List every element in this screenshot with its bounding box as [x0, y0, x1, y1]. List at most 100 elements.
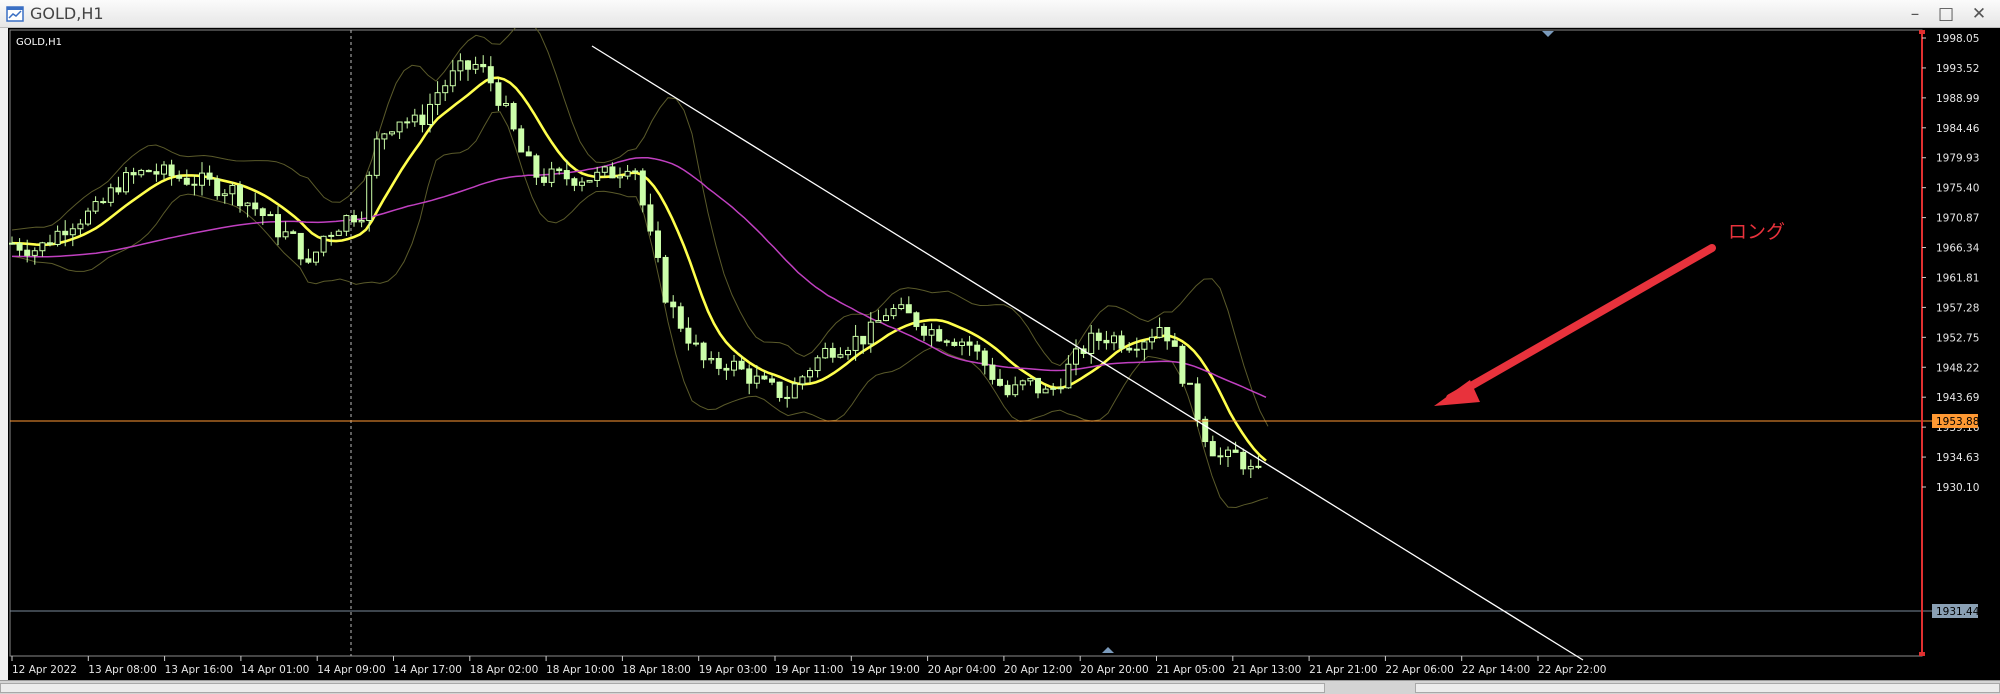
time-tick: 14 Apr 09:00	[316, 656, 386, 676]
candle	[161, 161, 167, 180]
time-tick-label: 19 Apr 19:00	[851, 664, 919, 676]
candle	[814, 355, 821, 378]
candle	[168, 159, 175, 186]
time-tick-label: 18 Apr 18:00	[622, 664, 690, 676]
candle	[1012, 376, 1019, 398]
candle	[282, 221, 289, 240]
candle	[936, 325, 943, 342]
price-tick-label: 1961.81	[1936, 272, 1979, 284]
candle	[290, 229, 297, 234]
svg-text:1931.44: 1931.44	[1936, 606, 1980, 618]
candle	[389, 131, 395, 137]
time-tick-label: 20 Apr 20:00	[1080, 664, 1148, 676]
candle	[343, 214, 350, 237]
minimize-button[interactable]: –	[1901, 2, 1929, 26]
candle	[130, 167, 137, 184]
candle	[244, 201, 251, 218]
price-tick: 1975.40	[1922, 183, 1979, 195]
candle	[670, 295, 677, 319]
candle	[1217, 447, 1224, 465]
candle	[548, 161, 555, 188]
candle	[905, 296, 912, 314]
price-tick: 1979.93	[1922, 153, 1979, 165]
price-tick-label: 1943.69	[1936, 392, 1979, 404]
candle	[115, 176, 122, 195]
maximize-button[interactable]: □	[1932, 2, 1960, 26]
candle	[381, 132, 388, 150]
candle	[883, 308, 889, 322]
candle	[974, 340, 981, 360]
candle	[1156, 317, 1163, 339]
time-tick: 21 Apr 05:00	[1156, 656, 1225, 676]
time-tick: 18 Apr 02:00	[469, 656, 538, 676]
time-tick: 14 Apr 17:00	[393, 656, 462, 676]
candle	[1187, 382, 1193, 385]
time-tick: 21 Apr 21:00	[1308, 656, 1378, 676]
candle	[305, 248, 312, 264]
candle	[92, 196, 99, 214]
candle	[624, 164, 631, 180]
price-tick: 1988.99	[1922, 93, 1979, 105]
candle	[1240, 448, 1247, 475]
candle	[206, 165, 213, 186]
candle	[404, 117, 411, 129]
time-tick: 18 Apr 10:00	[545, 656, 615, 676]
candle	[229, 182, 236, 206]
candle	[1088, 324, 1095, 364]
chart-tab-area-right[interactable]	[1415, 683, 2000, 693]
candle	[829, 342, 836, 363]
candle	[601, 165, 608, 178]
candle	[769, 374, 775, 386]
trendline[interactable]	[591, 45, 1584, 661]
candle	[434, 81, 441, 115]
candle	[328, 231, 335, 246]
candle	[1179, 344, 1186, 387]
candle	[183, 169, 190, 186]
window-titlebar: GOLD,H1 – □ ✕	[0, 0, 2000, 28]
time-tick: 22 Apr 06:00	[1384, 656, 1454, 676]
time-tick: 20 Apr 04:00	[927, 656, 996, 676]
price-tick-label: 1930.10	[1936, 482, 1979, 494]
candle	[655, 221, 661, 263]
time-tick-label: 19 Apr 11:00	[775, 664, 843, 676]
candle	[54, 225, 61, 247]
candle	[723, 363, 730, 380]
close-button[interactable]: ✕	[1965, 2, 1993, 26]
candle	[335, 229, 342, 236]
fast-moving-average-line	[11, 76, 1267, 462]
candle	[525, 145, 532, 157]
price-tick-label: 1993.52	[1936, 63, 1979, 75]
candle	[465, 59, 471, 81]
candle	[107, 183, 114, 207]
candle	[715, 351, 722, 376]
candle	[1164, 327, 1171, 350]
time-tick: 13 Apr 08:00	[87, 656, 157, 676]
candle	[791, 377, 798, 399]
candle	[731, 354, 737, 377]
price-tick-label: 1934.63	[1936, 452, 1979, 464]
candle	[214, 175, 221, 200]
time-tick-label: 19 Apr 03:00	[699, 664, 767, 676]
horizontal-level-tag: 1953.88	[1932, 414, 1979, 428]
candle	[85, 207, 91, 227]
chart-tab-area[interactable]	[0, 683, 1325, 693]
candle	[700, 341, 707, 369]
candle	[176, 170, 183, 182]
annotation-arrow[interactable]	[1434, 244, 1716, 406]
candle	[449, 59, 456, 93]
candle	[100, 197, 107, 205]
candle	[1027, 377, 1034, 386]
candle	[921, 323, 927, 342]
candle	[837, 347, 844, 359]
candle	[579, 177, 585, 192]
candle	[16, 238, 23, 257]
candle	[275, 206, 281, 246]
candle	[199, 162, 205, 196]
price-tick-label: 1948.22	[1936, 362, 1979, 374]
time-tick-label: 22 Apr 22:00	[1538, 664, 1606, 676]
price-chart[interactable]: ロング GOLD,H1 1998.05 1993.52 1988.99 1984.46…	[8, 28, 2000, 680]
candle	[708, 351, 715, 364]
price-tick-label: 1998.05	[1936, 33, 1979, 45]
price-tick-label: 1975.40	[1936, 183, 1979, 195]
time-tick: 20 Apr 20:00	[1079, 656, 1149, 676]
